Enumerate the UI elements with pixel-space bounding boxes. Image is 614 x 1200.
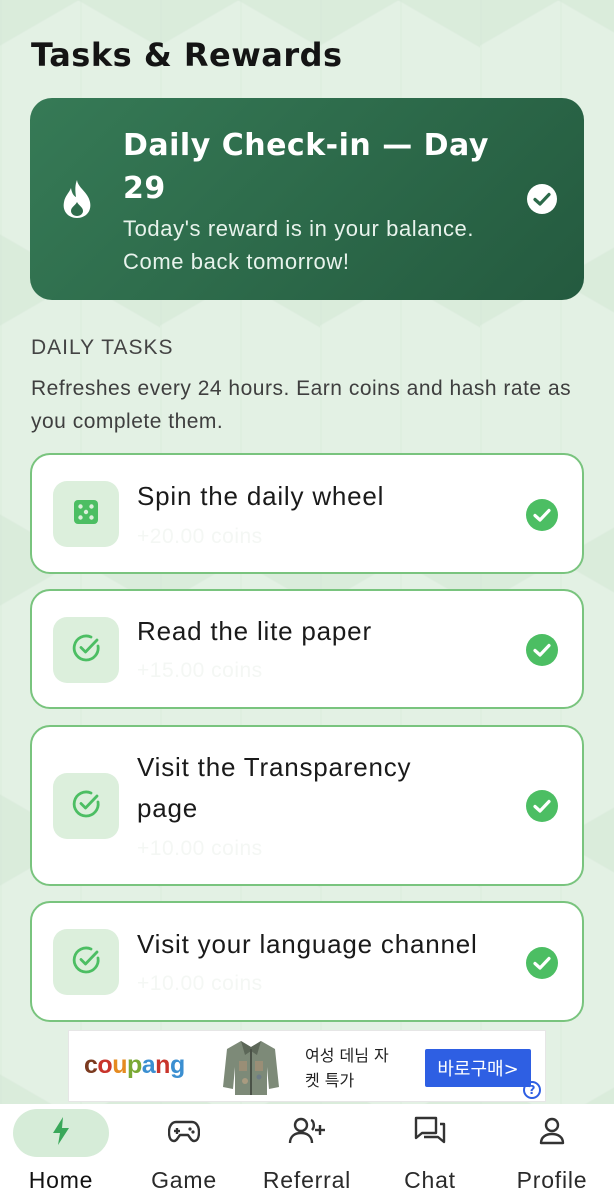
completed-check-icon: [526, 499, 558, 535]
ad-buy-button[interactable]: 바로구매>: [425, 1049, 531, 1087]
task-icon-tile: [53, 481, 119, 547]
task-card-visit-transparency[interactable]: Visit the Transparency page +10.00 coins: [30, 725, 584, 886]
task-icon-tile: [53, 773, 119, 839]
task-card-read-lite-paper[interactable]: Read the lite paper +15.00 coins: [30, 589, 584, 709]
nav-item-chat[interactable]: Chat: [370, 1104, 490, 1200]
nav-label: Home: [28, 1167, 94, 1193]
section-heading-daily-tasks: DAILY TASKS: [31, 336, 174, 359]
section-description: Refreshes every 24 hours. Earn coins and…: [31, 377, 572, 433]
gamepad-icon: [167, 1118, 201, 1148]
task-reward: +15.00 coins: [137, 659, 263, 682]
check-circle-outline-icon: [70, 944, 102, 980]
completed-check-icon: [526, 790, 558, 826]
add-user-icon: [288, 1117, 326, 1149]
nav-icon-wrap: [259, 1109, 355, 1157]
dice-icon: [73, 499, 99, 529]
task-card-visit-language-channel[interactable]: Visit your language channel +10.00 coins: [30, 901, 584, 1022]
checkin-title: Daily Check-in — Day 29: [123, 128, 489, 206]
user-icon: [538, 1117, 566, 1149]
nav-item-referral[interactable]: Referral: [247, 1104, 367, 1200]
task-label: Visit the Transparency page: [137, 752, 412, 823]
nav-label: Profile: [516, 1167, 588, 1193]
chat-icon: [414, 1116, 446, 1150]
nav-item-game[interactable]: Game: [124, 1104, 244, 1200]
nav-item-profile[interactable]: Profile: [492, 1104, 612, 1200]
bottom-navigation: Home Game Referral Chat Profile: [0, 1104, 614, 1200]
nav-label: Game: [151, 1167, 217, 1193]
completed-check-icon: [526, 634, 558, 670]
nav-label: Chat: [404, 1167, 456, 1193]
task-reward: +10.00 coins: [137, 972, 263, 995]
bolt-icon: [50, 1116, 72, 1150]
ad-brand-logo: coupang: [84, 1051, 185, 1079]
task-label: Visit your language channel: [137, 929, 478, 959]
check-circle-icon: [527, 184, 557, 218]
jacket-product-image: [219, 1037, 283, 1097]
check-circle-outline-icon: [70, 632, 102, 668]
task-card-spin-wheel[interactable]: Spin the daily wheel +20.00 coins: [30, 453, 584, 574]
task-reward: +20.00 coins: [137, 525, 263, 548]
check-circle-outline-icon: [70, 788, 102, 824]
nav-icon-wrap: [504, 1109, 600, 1157]
task-icon-tile: [53, 617, 119, 683]
task-icon-tile: [53, 929, 119, 995]
ad-text: 여성 데님 자켓 특가: [305, 1046, 389, 1090]
nav-icon-wrap: [382, 1109, 478, 1157]
nav-icon-wrap: [136, 1109, 232, 1157]
ad-banner[interactable]: coupang 여성 데님 자켓 특가 바로구매> ?: [68, 1030, 546, 1102]
nav-active-pill: [13, 1109, 109, 1157]
checkin-subtitle: Today's reward is in your balance. Come …: [123, 216, 475, 274]
task-label: Read the lite paper: [137, 616, 372, 646]
flame-icon: [60, 178, 94, 224]
ad-info-icon[interactable]: ?: [523, 1081, 541, 1099]
task-label: Spin the daily wheel: [137, 481, 385, 511]
completed-check-icon: [526, 947, 558, 983]
task-reward: +10.00 coins: [137, 837, 263, 860]
nav-item-home[interactable]: Home: [1, 1104, 121, 1200]
page-title: Tasks & Rewards: [31, 36, 343, 74]
daily-checkin-card[interactable]: Daily Check-in — Day 29 Today's reward i…: [30, 98, 584, 300]
nav-label: Referral: [262, 1167, 352, 1193]
